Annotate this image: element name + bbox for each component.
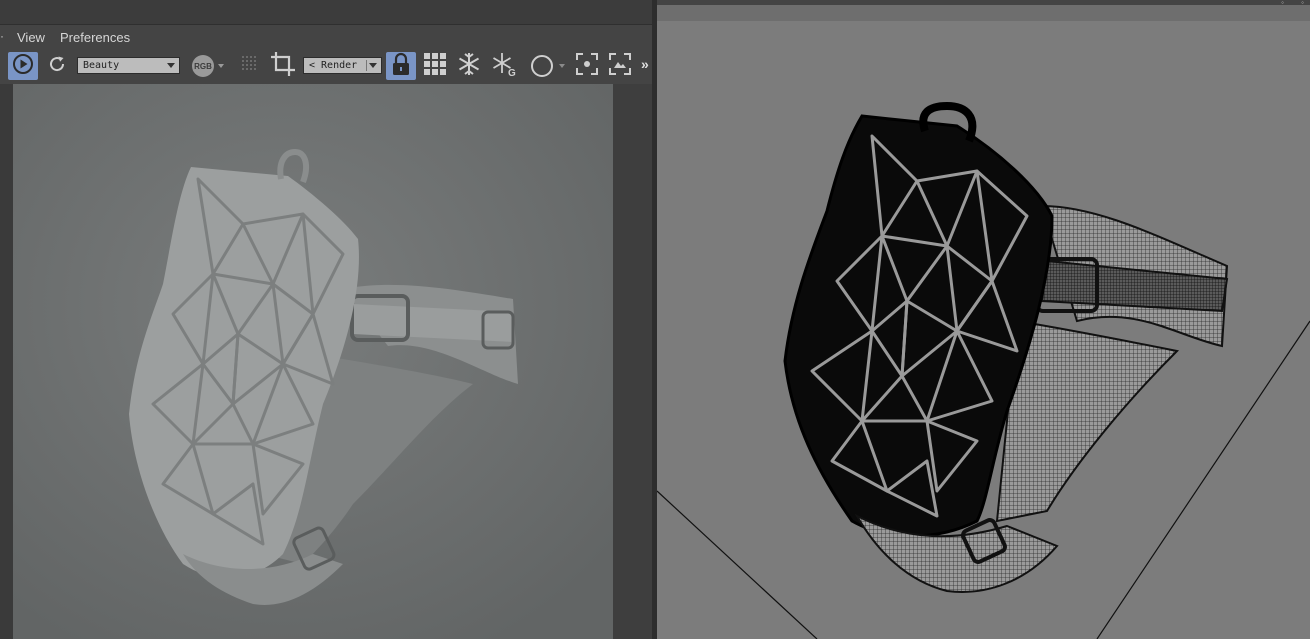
harness-render-image [13, 84, 613, 639]
rgb-label: RGB [192, 55, 214, 77]
crop-icon [270, 51, 296, 82]
viewport-toolbar-strip [657, 5, 1310, 21]
viewport-corner-icon[interactable]: ◦ [1301, 0, 1304, 7]
viewport-panel: ◦ ◦ [657, 0, 1310, 639]
freeze-render-button[interactable] [454, 52, 484, 80]
refresh-icon [46, 53, 68, 80]
focus-button[interactable] [573, 52, 601, 80]
menu-bar: · View Preferences [0, 25, 652, 49]
bucket-grid-button[interactable] [421, 52, 449, 80]
menu-view[interactable]: View [17, 30, 45, 45]
crop-region-button[interactable] [268, 51, 298, 82]
focus-icon [575, 52, 599, 81]
wireframe-model [657, 21, 1310, 639]
lock-icon [391, 52, 411, 81]
dots-grid-icon [240, 54, 260, 79]
region-icon [608, 52, 632, 81]
channel-select-button[interactable]: RGB [188, 52, 228, 80]
aov-select-value: Beauty [83, 60, 120, 71]
aov-select[interactable]: Beauty [77, 57, 180, 74]
sphere-display-button[interactable] [525, 52, 569, 80]
3d-viewport[interactable] [657, 21, 1310, 639]
display-dots-button[interactable] [237, 52, 263, 80]
freeze-geometry-icon: G [491, 51, 517, 82]
panel-title-strip [0, 0, 652, 25]
freeze-icon [456, 51, 482, 82]
dropdown-arrow-icon [559, 64, 565, 68]
start-render-button[interactable] [8, 52, 38, 80]
viewport-corner-icon[interactable]: ◦ [1281, 0, 1284, 7]
render-view-panel: · View Preferences Beauty RGB < Render G… [0, 0, 652, 639]
dropdown-arrow-icon [218, 64, 224, 68]
render-region-button[interactable] [606, 52, 634, 80]
rgb-channel-icon: RGB [192, 55, 224, 77]
toolbar-overflow-button[interactable]: » [641, 56, 649, 72]
chevron-down-icon [369, 63, 377, 68]
render-preview[interactable] [13, 84, 613, 639]
camera-select[interactable]: < Render [303, 57, 382, 74]
render-left-margin [0, 84, 13, 639]
chevron-down-icon [167, 63, 175, 68]
freeze-geometry-button[interactable]: G [489, 52, 519, 80]
menu-preferences[interactable]: Preferences [60, 30, 130, 45]
refresh-render-button[interactable] [43, 52, 71, 80]
combo-separator [366, 60, 367, 71]
play-icon [12, 53, 34, 80]
lock-camera-button[interactable] [386, 52, 416, 80]
camera-select-value: < Render [309, 60, 358, 71]
menu-overflow-edge: · [0, 29, 4, 43]
svg-text:G: G [508, 68, 516, 77]
render-toolbar: Beauty RGB < Render G » [0, 49, 652, 82]
render-right-margin [613, 84, 652, 639]
circle-icon [529, 53, 565, 79]
bucket-grid-icon [423, 52, 447, 81]
